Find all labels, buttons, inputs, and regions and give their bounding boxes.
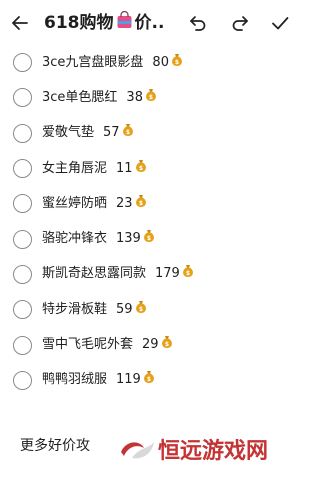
money-bag-icon: $	[161, 335, 173, 355]
item-name: 蜜丝婷防晒	[42, 195, 108, 211]
item-checkbox[interactable]	[13, 53, 32, 73]
item-price: 59	[116, 301, 133, 317]
watermark-text: 恒远游戏网	[158, 438, 268, 464]
watermark-logo: 恒远游戏网	[118, 434, 293, 464]
list-item: 女主角唇泥 11 $	[0, 151, 300, 186]
svg-text:$: $	[138, 200, 142, 207]
svg-text:$: $	[164, 341, 168, 348]
money-bag-icon: $	[122, 123, 134, 143]
shopping-bag-icon	[116, 11, 133, 35]
list-item: 3ce单色腮红 38 $	[0, 80, 300, 115]
svg-text:$: $	[147, 376, 151, 383]
money-bag-icon: $	[143, 370, 155, 390]
list-item: 雪中飞毛呢外套 29 $	[0, 327, 300, 362]
svg-text:$: $	[149, 94, 153, 101]
title-suffix: 价...	[134, 13, 165, 33]
item-content[interactable]: 女主角唇泥 11 $	[42, 159, 147, 179]
check-icon[interactable]	[268, 11, 292, 35]
money-bag-icon: $	[135, 194, 147, 214]
item-content[interactable]: 蜜丝婷防晒 23 $	[42, 194, 147, 214]
list-item: 爱敬气垫 57 $	[0, 116, 300, 151]
money-bag-icon: $	[171, 53, 183, 73]
item-content[interactable]: 骆驼冲锋衣 139 $	[42, 229, 155, 249]
item-content[interactable]: 3ce九宫盘眼影盘 80 $	[42, 53, 183, 73]
item-name: 3ce九宫盘眼影盘	[42, 54, 144, 70]
item-checkbox[interactable]	[13, 123, 32, 143]
item-checkbox[interactable]	[13, 335, 32, 355]
item-name: 特步滑板鞋	[42, 301, 108, 317]
item-price: 38	[126, 89, 143, 105]
svg-text:$: $	[138, 306, 142, 313]
item-price: 11	[116, 160, 133, 176]
item-checkbox[interactable]	[13, 300, 32, 320]
list-item: 3ce九宫盘眼影盘 80 $	[0, 45, 300, 80]
item-name: 骆驼冲锋衣	[42, 231, 108, 247]
item-content[interactable]: 爱敬气垫 57 $	[42, 123, 134, 143]
undo-icon[interactable]	[186, 11, 210, 35]
item-content[interactable]: 3ce单色腮红 38 $	[42, 88, 157, 108]
item-checkbox[interactable]	[13, 370, 32, 390]
item-name: 女主角唇泥	[42, 160, 108, 176]
checklist: 3ce九宫盘眼影盘 80 $3ce单色腮红 38 $ 爱敬气垫 57 $ 女主角唇泥 11 $ 蜜丝婷…	[0, 45, 300, 398]
list-item: 特步滑板鞋 59 $	[0, 292, 300, 327]
item-checkbox[interactable]	[13, 88, 32, 108]
watermark-logo-image: 恒远游戏网	[121, 438, 268, 464]
item-content[interactable]: 雪中飞毛呢外套 29 $	[42, 335, 173, 355]
item-price: 29	[142, 337, 159, 353]
top-toolbar: 618购物 价...	[0, 0, 300, 44]
title-prefix: 618购物	[44, 13, 114, 33]
item-name: 爱敬气垫	[42, 125, 95, 141]
item-price: 80	[152, 54, 169, 70]
note-title: 618购物 价...	[44, 11, 164, 35]
money-bag-icon: $	[182, 264, 194, 284]
item-price: 23	[116, 195, 133, 211]
item-content[interactable]: 鸭鸭羽绒服 119 $	[42, 370, 155, 390]
item-name: 鸭鸭羽绒服	[42, 372, 108, 388]
list-item: 蜜丝婷防晒 23 $	[0, 186, 300, 221]
list-item: 鸭鸭羽绒服 119 $	[0, 363, 300, 398]
money-bag-icon: $	[143, 229, 155, 249]
redo-icon[interactable]	[228, 11, 252, 35]
item-checkbox[interactable]	[13, 194, 32, 214]
svg-text:$: $	[125, 129, 129, 136]
money-bag-icon: $	[135, 159, 147, 179]
list-item: 骆驼冲锋衣 139 $	[0, 221, 300, 256]
money-bag-icon: $	[135, 300, 147, 320]
list-item: 斯凯奇赵思露同款 179 $	[0, 257, 300, 292]
item-name: 3ce单色腮红	[42, 89, 118, 105]
item-checkbox[interactable]	[13, 264, 32, 284]
item-price: 179	[155, 266, 180, 282]
item-content[interactable]: 斯凯奇赵思露同款 179 $	[42, 264, 194, 284]
svg-text:$: $	[138, 165, 142, 172]
item-name: 斯凯奇赵思露同款	[42, 266, 147, 282]
back-arrow-icon[interactable]	[8, 11, 32, 35]
item-price: 57	[103, 125, 120, 141]
svg-text:$: $	[175, 59, 179, 66]
item-checkbox[interactable]	[13, 159, 32, 179]
item-content[interactable]: 特步滑板鞋 59 $	[42, 300, 147, 320]
item-checkbox[interactable]	[13, 229, 32, 249]
svg-text:$: $	[147, 235, 151, 242]
svg-text:$: $	[186, 270, 190, 277]
footer: 更多好价攻 恒远游戏网	[0, 428, 300, 468]
more-deals-text: 更多好价攻	[20, 438, 90, 454]
item-price: 139	[116, 231, 141, 247]
item-name: 雪中飞毛呢外套	[42, 337, 134, 353]
money-bag-icon: $	[145, 88, 157, 108]
item-price: 119	[116, 372, 141, 388]
